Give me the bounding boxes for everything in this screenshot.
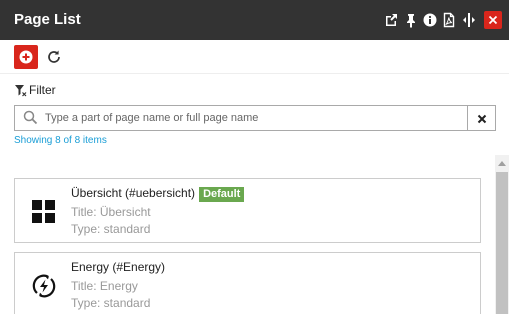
close-button[interactable]	[484, 11, 502, 29]
filter-icon	[15, 85, 27, 97]
page-name: Übersicht (#uebersicht) Default	[71, 186, 245, 202]
pdf-icon[interactable]	[441, 12, 457, 28]
search-icon	[23, 110, 38, 125]
refresh-button[interactable]	[46, 49, 62, 65]
search-box	[14, 105, 468, 131]
add-page-button[interactable]	[14, 45, 38, 69]
page-list-item[interactable]: Energy (#Energy) Title: Energy Type: sta…	[14, 252, 481, 314]
page-list-item[interactable]: Übersicht (#uebersicht) Default Title: Üb…	[14, 178, 481, 243]
expand-icon[interactable]	[461, 12, 477, 28]
window-header: Page List	[0, 0, 509, 40]
toolbar	[0, 40, 509, 74]
scrollbar[interactable]	[495, 155, 509, 314]
page-type: Type: standard	[71, 222, 151, 236]
page-name-text: Übersicht (#uebersicht)	[71, 186, 196, 200]
close-icon	[488, 15, 498, 25]
page-name: Energy (#Energy)	[71, 260, 165, 274]
energy-icon	[32, 274, 56, 298]
window-title: Page List	[14, 11, 81, 28]
clear-filter-button[interactable]	[468, 105, 496, 131]
refresh-icon	[48, 50, 60, 63]
close-icon	[477, 114, 487, 124]
page-name-text: Energy (#Energy)	[71, 260, 166, 274]
filter-label: Filter	[29, 83, 56, 97]
plus-circle-icon	[19, 50, 33, 64]
page-title: Title: Energy	[71, 279, 138, 293]
external-link-icon[interactable]	[383, 12, 399, 28]
page-type: Type: standard	[71, 296, 151, 310]
scrollbar-thumb[interactable]	[496, 172, 508, 314]
dashboard-icon	[32, 200, 55, 223]
default-badge: Default	[199, 187, 245, 202]
item-count-status: Showing 8 of 8 items	[14, 135, 107, 146]
info-icon[interactable]	[422, 12, 438, 28]
page-title: Title: Übersicht	[71, 205, 151, 219]
scroll-up-icon[interactable]	[498, 160, 506, 166]
search-input[interactable]	[45, 108, 460, 128]
pin-icon[interactable]	[403, 12, 419, 28]
